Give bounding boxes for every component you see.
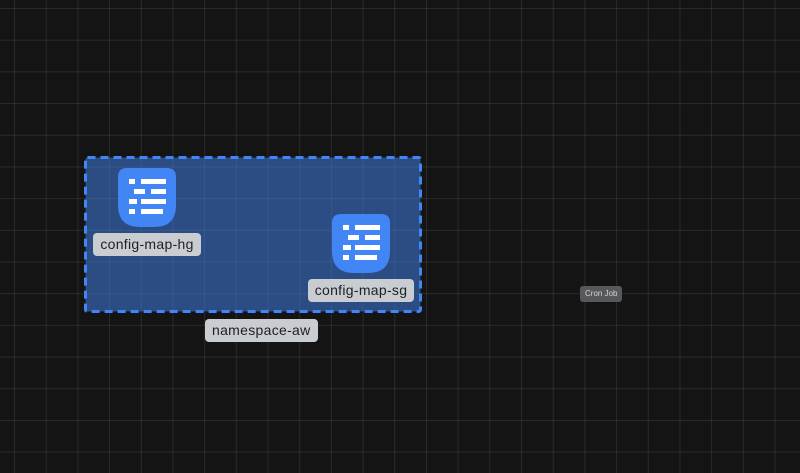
diagram-canvas[interactable]: config-map-hg config-map-sg namespace-aw…	[0, 0, 800, 473]
palette-item-cron-job[interactable]: Cron Job	[580, 286, 622, 302]
node-config-map-hg[interactable]: config-map-hg	[94, 168, 200, 256]
config-map-icon	[118, 168, 176, 227]
node-label: config-map-hg	[93, 233, 200, 256]
config-map-icon	[332, 214, 390, 273]
namespace-label: namespace-aw	[205, 319, 318, 342]
node-config-map-sg[interactable]: config-map-sg	[308, 214, 414, 302]
node-label: config-map-sg	[308, 279, 415, 302]
